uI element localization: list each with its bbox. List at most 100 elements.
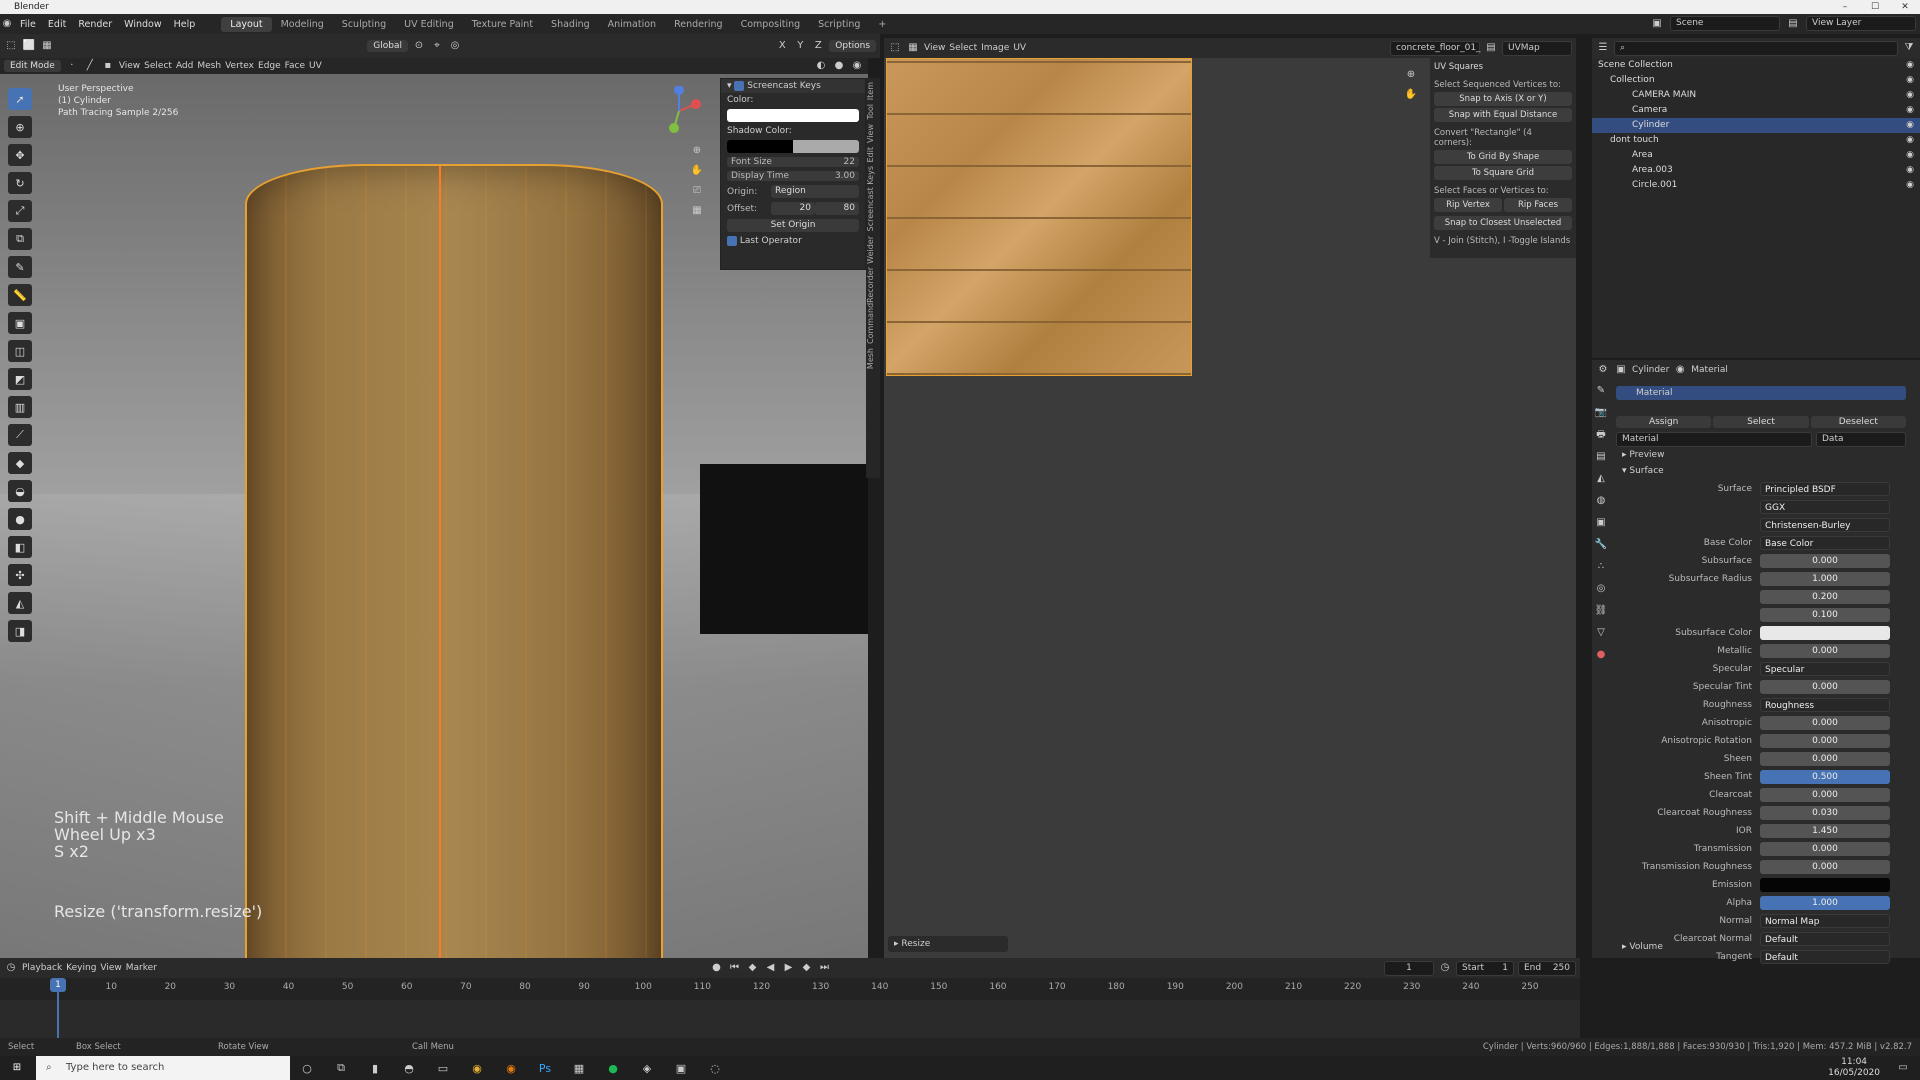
face-select-icon[interactable]: ▪ [101,59,115,73]
transform-tool-icon[interactable]: ⧉ [8,228,32,250]
measure-tool-icon[interactable]: 📏 [8,284,32,306]
cylinder-mesh[interactable] [245,164,663,958]
photoshop-icon[interactable]: Ps [528,1062,562,1075]
rip-vertex-button[interactable]: Rip Vertex [1434,198,1502,212]
viewport-menu-uv[interactable]: UV [309,61,322,71]
property-value[interactable]: Christensen-Burley [1760,518,1890,532]
property-value[interactable]: 0.500 [1760,770,1890,784]
property-value[interactable]: Normal Map [1760,914,1890,928]
scene-selector[interactable]: Scene [1670,16,1780,31]
workspace-tab-shading[interactable]: Shading [542,17,599,32]
end-frame-field[interactable]: End 250 [1518,960,1576,976]
viewport-menu-add[interactable]: Add [176,61,193,71]
timeline[interactable]: ◷ Playback Keying View Marker ● ⏮ ◆ ◀ ▶ … [0,958,1580,1038]
timeline-menu-keying[interactable]: Keying [66,963,96,973]
outliner-type-icon[interactable]: ☰ [1596,41,1610,55]
taskbar-clock[interactable]: 11:04 16/05/2020 [1828,1057,1880,1079]
proportional-edit-icon[interactable]: ◎ [448,39,462,53]
last-operator-checkbox[interactable] [727,236,737,246]
render-tab-icon[interactable]: 📷 [1594,406,1608,420]
tab-mesh[interactable]: Mesh [866,348,875,369]
output-tab-icon[interactable]: 🖶 [1594,428,1608,442]
property-value[interactable]: 0.000 [1760,734,1890,748]
jump-end-icon[interactable]: ⏭ [817,961,831,975]
property-value[interactable]: Base Color [1760,536,1890,550]
minimize-button[interactable]: – [1830,0,1860,14]
workspace-tab-modeling[interactable]: Modeling [272,17,333,32]
outliner-item[interactable]: CAMERA MAIN ◉ [1592,88,1920,103]
property-value[interactable] [1760,878,1890,892]
uv-pan-icon[interactable]: ✋ [1404,88,1418,102]
select-button[interactable]: Select [1713,416,1809,428]
scene-tab-icon[interactable]: ◭ [1594,472,1608,486]
material-name-field[interactable]: Material [1616,432,1812,447]
calculator-icon[interactable]: ▦ [562,1062,596,1075]
visibility-eye-icon[interactable]: ◉ [1906,133,1914,148]
viewport-menu-select[interactable]: Select [144,61,172,71]
property-value[interactable]: 0.030 [1760,806,1890,820]
last-operator-panel[interactable]: ▸ Resize [888,936,1008,952]
object-tab-icon[interactable]: ▣ [1594,516,1608,530]
preview-range-icon[interactable]: ◷ [1438,961,1452,975]
visibility-eye-icon[interactable]: ◉ [1906,118,1914,133]
rip-tool-icon[interactable]: ◨ [8,620,32,642]
property-value[interactable]: 0.000 [1760,842,1890,856]
filter-icon[interactable]: ⧩ [1902,41,1916,55]
select-tool-icon[interactable]: ➚ [8,88,32,110]
tab-view[interactable]: View [866,124,875,143]
uv-texture-image[interactable] [886,58,1192,376]
property-value[interactable]: GGX [1760,500,1890,514]
pan-hand-icon[interactable]: ✋ [690,164,704,178]
image-browse-icon[interactable]: ▤ [1484,41,1498,55]
add-workspace-icon[interactable]: + [869,17,895,32]
visibility-eye-icon[interactable]: ◉ [1906,163,1914,178]
collapse-icon[interactable]: ▾ [727,81,732,91]
editor-type-icon[interactable]: ⬚ [4,39,18,53]
extrude-tool-icon[interactable]: ▣ [8,312,32,334]
to-grid-by-shape-button[interactable]: To Grid By Shape [1434,150,1572,164]
material-slot[interactable]: Material [1616,386,1906,400]
menu-window[interactable]: Window [118,19,167,30]
start-frame-field[interactable]: Start 1 [1456,960,1514,976]
outliner-item[interactable]: Area.003 ◉ [1592,163,1920,178]
property-value[interactable]: 0.000 [1760,860,1890,874]
viewport-menu-view[interactable]: View [119,61,140,71]
outliner-item[interactable]: Camera ◉ [1592,103,1920,118]
property-value[interactable]: 0.000 [1760,644,1890,658]
property-value[interactable]: 0.000 [1760,788,1890,802]
tab-edit[interactable]: Edit [866,147,875,163]
property-value[interactable]: Roughness [1760,698,1890,712]
uv-menu-image[interactable]: Image [981,43,1009,53]
shading-rendered-icon[interactable]: ◉ [850,59,864,73]
taskbar-search[interactable]: ⌕ Type here to search [36,1056,290,1080]
property-value[interactable]: 0.000 [1760,554,1890,568]
uv-editor-type-icon[interactable]: ⬚ [888,41,902,55]
workspace-tab-animation[interactable]: Animation [599,17,665,32]
next-key-icon[interactable]: ◆ [799,961,813,975]
spin-tool-icon[interactable]: ◒ [8,480,32,502]
property-value[interactable]: 0.200 [1760,590,1890,604]
uv-menu-uv[interactable]: UV [1013,43,1026,53]
knife-tool-icon[interactable]: ⟋ [8,424,32,446]
timeline-type-icon[interactable]: ◷ [4,961,18,975]
zoom-icon[interactable]: ⊕ [690,144,704,158]
workspace-tab-rendering[interactable]: Rendering [665,17,732,32]
axis-z-toggle[interactable]: Z [811,39,825,53]
annotate-tool-icon[interactable]: ✎ [8,256,32,278]
inset-tool-icon[interactable]: ◫ [8,340,32,362]
tab-screencast-keys[interactable]: Screencast Keys [866,166,875,231]
workspace-tab-uv-editing[interactable]: UV Editing [395,17,463,32]
color-swatch[interactable] [727,109,859,122]
frame-ruler[interactable]: 1102030405060708090100110120130140150160… [0,978,1580,1000]
view-layer-selector[interactable]: View Layer [1806,16,1916,31]
cortana-icon[interactable]: ○ [290,1062,324,1075]
tool-tab-icon[interactable]: ✎ [1594,384,1608,398]
loop-cut-tool-icon[interactable]: ▥ [8,396,32,418]
notifications-icon[interactable]: ▭ [1896,1061,1910,1075]
property-value[interactable] [1760,626,1890,640]
offset-x-field[interactable]: 20 [771,202,815,215]
spotify-icon[interactable]: ● [596,1062,630,1075]
maximize-button[interactable]: ☐ [1860,0,1890,14]
viewport-menu-vertex[interactable]: Vertex [225,61,254,71]
tab-item[interactable]: Item [866,82,875,100]
